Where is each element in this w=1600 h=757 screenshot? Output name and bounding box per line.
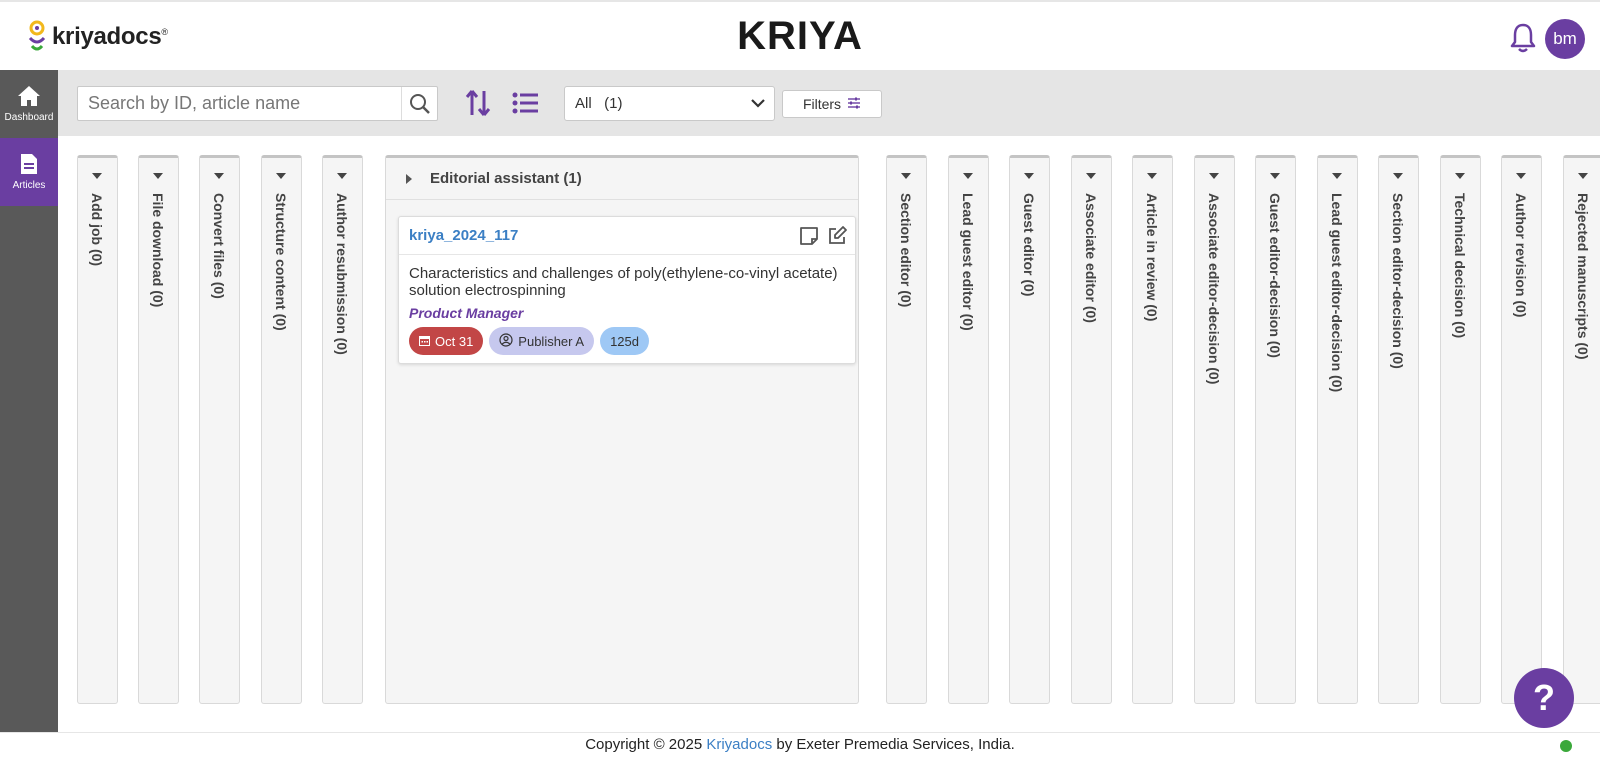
sort-icon[interactable] xyxy=(463,88,493,118)
column-label: Article in review (0) xyxy=(1144,193,1160,322)
column-associate-editor[interactable]: Associate editor (0) xyxy=(1071,155,1112,704)
filters-button[interactable]: Filters xyxy=(782,90,882,118)
collapse-triangle-icon xyxy=(153,173,163,179)
column-lead-guest-editor[interactable]: Lead guest editor (0) xyxy=(948,155,989,704)
column-file-download[interactable]: File download (0) xyxy=(138,155,179,704)
publisher-badge: Publisher A xyxy=(489,327,595,355)
user-avatar[interactable]: bm xyxy=(1545,19,1585,59)
list-view-icon[interactable] xyxy=(510,88,540,118)
column-section-editor[interactable]: Section editor (0) xyxy=(886,155,927,704)
connection-status-indicator xyxy=(1560,740,1572,752)
sidebar-item-label: Articles xyxy=(12,180,46,191)
days-badge: 125d xyxy=(600,327,649,355)
top-header: kriyadocs® KRIYA bm xyxy=(0,0,1600,70)
collapse-triangle-icon xyxy=(1147,173,1157,179)
column-label: Section editor-decision (0) xyxy=(1390,193,1406,369)
due-date-text: Oct 31 xyxy=(435,333,474,349)
calendar-icon xyxy=(419,334,430,349)
column-label: Technical decision (0) xyxy=(1452,193,1468,339)
collapse-triangle-icon xyxy=(1578,173,1588,179)
column-label: Lead guest editor-decision (0) xyxy=(1329,193,1345,393)
expand-triangle-icon xyxy=(406,173,412,184)
collapse-triangle-icon xyxy=(963,173,973,179)
column-associate-editor-decision[interactable]: Associate editor-decision (0) xyxy=(1194,155,1235,704)
article-title: Characteristics and challenges of poly(e… xyxy=(409,265,838,299)
due-date-badge: Oct 31 xyxy=(409,327,484,355)
sidebar-item-label: Dashboard xyxy=(4,112,54,123)
footer: Copyright © 2025 Kriyadocs by Exeter Pre… xyxy=(0,732,1600,756)
chevron-down-icon xyxy=(750,96,766,114)
footer-suffix: by Exeter Premedia Services, India. xyxy=(772,736,1015,753)
help-button[interactable]: ? xyxy=(1514,668,1574,728)
column-guest-editor-decision[interactable]: Guest editor-decision (0) xyxy=(1255,155,1296,704)
collapse-triangle-icon xyxy=(1332,173,1342,179)
column-label: Guest editor (0) xyxy=(1021,193,1037,297)
column-label: Structure content (0) xyxy=(273,193,289,331)
collapse-triangle-icon xyxy=(1209,173,1219,179)
column-label: Author resubmission (0) xyxy=(334,193,350,355)
status-select[interactable]: All (1) xyxy=(564,86,775,121)
collapse-triangle-icon xyxy=(214,173,224,179)
kanban-board: Add job (0) File download (0) Convert fi… xyxy=(58,136,1600,732)
collapse-triangle-icon xyxy=(1393,173,1403,179)
column-technical-decision[interactable]: Technical decision (0) xyxy=(1440,155,1481,704)
search-box xyxy=(77,86,438,121)
column-guest-editor[interactable]: Guest editor (0) xyxy=(1009,155,1050,704)
column-lead-guest-editor-decision[interactable]: Lead guest editor-decision (0) xyxy=(1317,155,1358,704)
column-convert-files[interactable]: Convert files (0) xyxy=(199,155,240,704)
filters-label: Filters xyxy=(802,96,842,112)
column-author-revision[interactable]: Author revision (0) xyxy=(1501,155,1542,704)
left-sidebar: Dashboard Articles xyxy=(0,70,58,732)
column-label: Author revision (0) xyxy=(1513,193,1529,318)
column-label: Associate editor-decision (0) xyxy=(1206,193,1222,385)
user-circle-icon xyxy=(499,332,513,350)
collapse-triangle-icon xyxy=(337,173,347,179)
collapse-triangle-icon xyxy=(1516,173,1526,179)
collapse-triangle-icon xyxy=(1086,173,1096,179)
column-author-resubmission[interactable]: Author resubmission (0) xyxy=(322,155,363,704)
notification-bell-icon[interactable] xyxy=(1508,22,1538,54)
column-label: Guest editor-decision (0) xyxy=(1267,193,1283,358)
sidebar-item-articles[interactable]: Articles xyxy=(0,138,58,206)
column-add-job[interactable]: Add job (0) xyxy=(77,155,118,704)
article-card[interactable]: kriya_2024_117 Characteristics and chall… xyxy=(398,216,856,364)
publisher-text: Publisher A xyxy=(518,333,585,349)
article-role: Product Manager xyxy=(409,305,524,321)
column-label: Convert files (0) xyxy=(211,193,227,299)
column-label: File download (0) xyxy=(150,193,166,308)
collapse-triangle-icon xyxy=(276,173,286,179)
column-section-editor-decision[interactable]: Section editor-decision (0) xyxy=(1378,155,1419,704)
search-icon[interactable] xyxy=(401,87,437,120)
column-structure-content[interactable]: Structure content (0) xyxy=(261,155,302,704)
search-input[interactable] xyxy=(78,87,403,120)
app-title: KRIYA xyxy=(737,14,863,58)
column-label: Section editor (0) xyxy=(898,193,914,308)
sidebar-item-dashboard[interactable]: Dashboard xyxy=(0,70,58,138)
column-label: Lead guest editor (0) xyxy=(960,193,976,331)
collapse-triangle-icon xyxy=(1024,173,1034,179)
collapse-triangle-icon xyxy=(901,173,911,179)
collapse-triangle-icon xyxy=(92,173,102,179)
column-editorial-assistant: Editorial assistant (1) kriya_2024_117 C… xyxy=(385,155,859,704)
toolbar: All (1) Filters xyxy=(58,70,1600,136)
note-icon[interactable] xyxy=(799,226,819,246)
footer-prefix: Copyright © 2025 xyxy=(585,736,707,753)
document-icon xyxy=(20,153,38,175)
column-article-in-review[interactable]: Article in review (0) xyxy=(1132,155,1173,704)
column-label: Add job (0) xyxy=(89,193,105,267)
column-label: Editorial assistant (1) xyxy=(430,170,582,187)
collapse-triangle-icon xyxy=(1270,173,1280,179)
sliders-icon xyxy=(847,96,861,112)
home-icon xyxy=(17,85,41,107)
kriyadocs-link[interactable]: Kriyadocs xyxy=(706,736,772,753)
column-label: Associate editor (0) xyxy=(1083,193,1099,323)
column-label: Rejected manuscripts (0) xyxy=(1575,193,1591,360)
collapse-triangle-icon xyxy=(1455,173,1465,179)
column-rejected-manuscripts[interactable]: Rejected manuscripts (0) xyxy=(1563,155,1600,704)
column-header[interactable]: Editorial assistant (1) xyxy=(386,158,858,200)
status-select-value: All (1) xyxy=(575,95,623,112)
edit-icon[interactable] xyxy=(827,226,847,246)
article-id-link[interactable]: kriya_2024_117 xyxy=(409,227,518,244)
